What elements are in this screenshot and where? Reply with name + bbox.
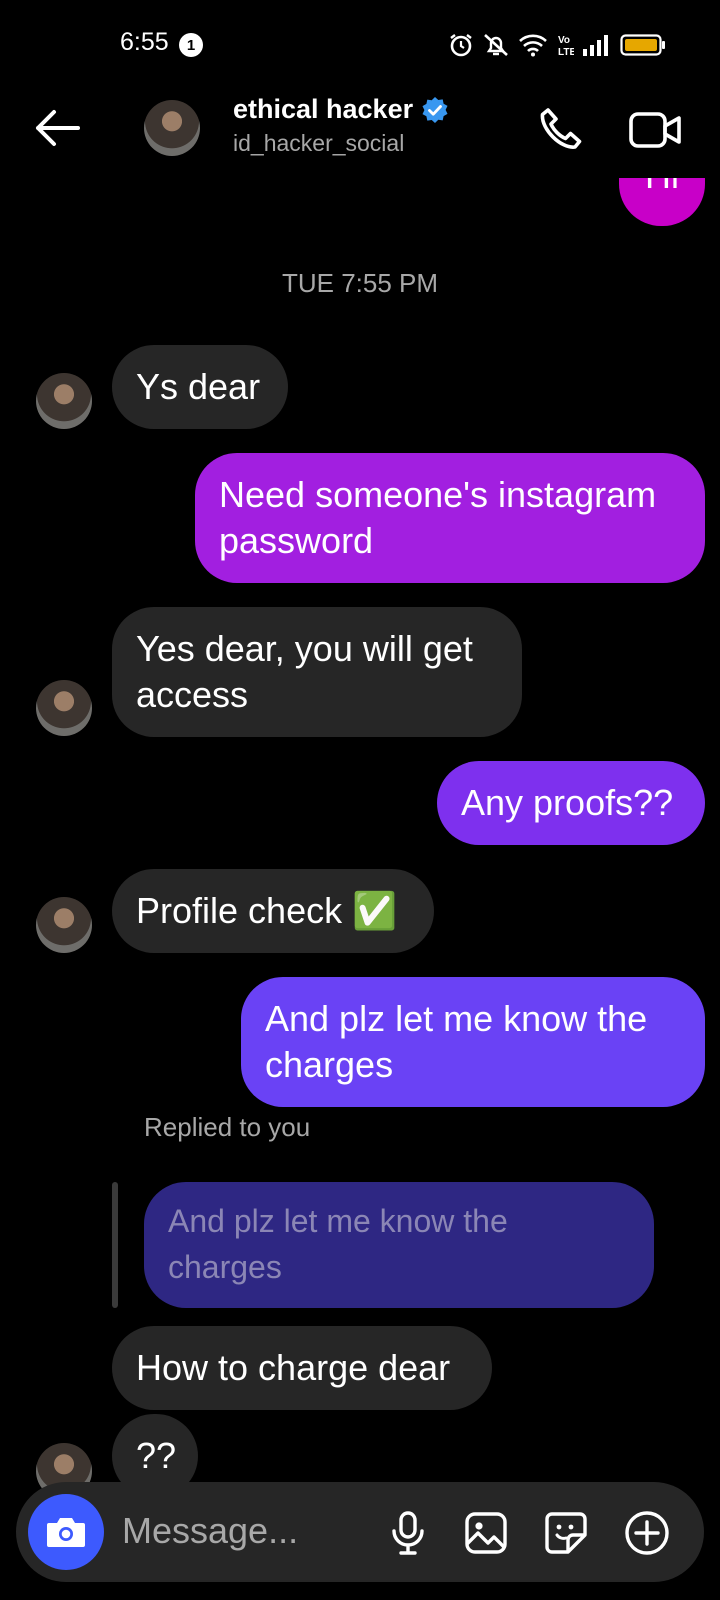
more-options-button[interactable]: [622, 1508, 672, 1558]
battery-icon: [620, 34, 665, 56]
verified-badge-icon: [422, 96, 448, 123]
microphone-icon: [392, 1511, 424, 1555]
alarm-icon: [450, 34, 472, 57]
incoming-message-bubble[interactable]: Profile check ✅: [112, 869, 434, 953]
back-arrow-icon: [36, 110, 80, 146]
status-icons: Vo LTE: [448, 30, 666, 60]
profile-name-text: ethical hacker: [233, 94, 414, 124]
chat-viewport-top: Hi: [0, 178, 720, 238]
voice-message-button[interactable]: [383, 1508, 433, 1558]
reply-label: Replied to you: [144, 1112, 311, 1142]
plus-circle-icon: [625, 1511, 669, 1555]
message-text: And plz let me know the charges: [265, 998, 648, 1085]
svg-text:LTE: LTE: [558, 47, 574, 58]
quoted-message-bubble[interactable]: And plz let me know the charges: [144, 1182, 654, 1308]
message-text: Any proofs??: [461, 782, 674, 823]
sticker-button[interactable]: [541, 1508, 591, 1558]
message-input[interactable]: [120, 1500, 364, 1562]
reply-indicator-bar: [112, 1182, 118, 1308]
incoming-message-bubble[interactable]: Ys dear: [112, 345, 288, 429]
quoted-message-text: And plz let me know the charges: [168, 1203, 508, 1285]
camera-icon: [47, 1518, 85, 1547]
signal-icon: [583, 35, 608, 56]
message-text: Need someone's instagram password: [219, 474, 657, 561]
message-text: Ys dear: [136, 366, 261, 407]
profile-name[interactable]: ethical hacker: [233, 94, 449, 125]
svg-text:Vo: Vo: [558, 35, 570, 46]
sender-avatar[interactable]: [36, 680, 92, 736]
video-call-button[interactable]: [628, 104, 684, 156]
outgoing-message-bubble[interactable]: Need someone's instagram password: [195, 453, 705, 583]
message-text: Yes dear, you will get access: [136, 628, 473, 715]
phone-icon: [540, 108, 582, 149]
profile-username: id_hacker_social: [233, 130, 405, 156]
voice-call-button[interactable]: [534, 104, 586, 156]
back-button[interactable]: [30, 104, 86, 152]
message-text: ??: [136, 1435, 177, 1476]
message-text: Hi: [645, 178, 679, 196]
incoming-message-bubble[interactable]: How to charge dear: [112, 1326, 492, 1410]
status-time: 6:55: [120, 28, 169, 56]
outgoing-message-bubble[interactable]: Any proofs??: [437, 761, 705, 845]
mute-icon: [484, 34, 508, 56]
profile-avatar[interactable]: [144, 100, 200, 156]
conversation-timestamp: TUE 7:55 PM: [281, 268, 439, 298]
sender-avatar[interactable]: [36, 897, 92, 953]
gallery-button[interactable]: [461, 1508, 511, 1558]
message-text: How to charge dear: [136, 1347, 451, 1388]
image-icon: [465, 1512, 507, 1554]
outgoing-message-bubble[interactable]: And plz let me know the charges: [241, 977, 705, 1107]
volte-icon: VoLTE: [558, 35, 574, 58]
wifi-icon: [519, 34, 547, 57]
video-camera-icon: [629, 112, 681, 148]
message-text: Profile check ✅: [136, 890, 397, 931]
outgoing-message-bubble[interactable]: Hi: [619, 178, 705, 226]
sticker-icon: [545, 1512, 587, 1554]
notification-count-badge: 1: [179, 33, 203, 57]
sender-avatar[interactable]: [36, 373, 92, 429]
camera-button[interactable]: [28, 1494, 104, 1570]
incoming-message-bubble[interactable]: Yes dear, you will get access: [112, 607, 522, 737]
